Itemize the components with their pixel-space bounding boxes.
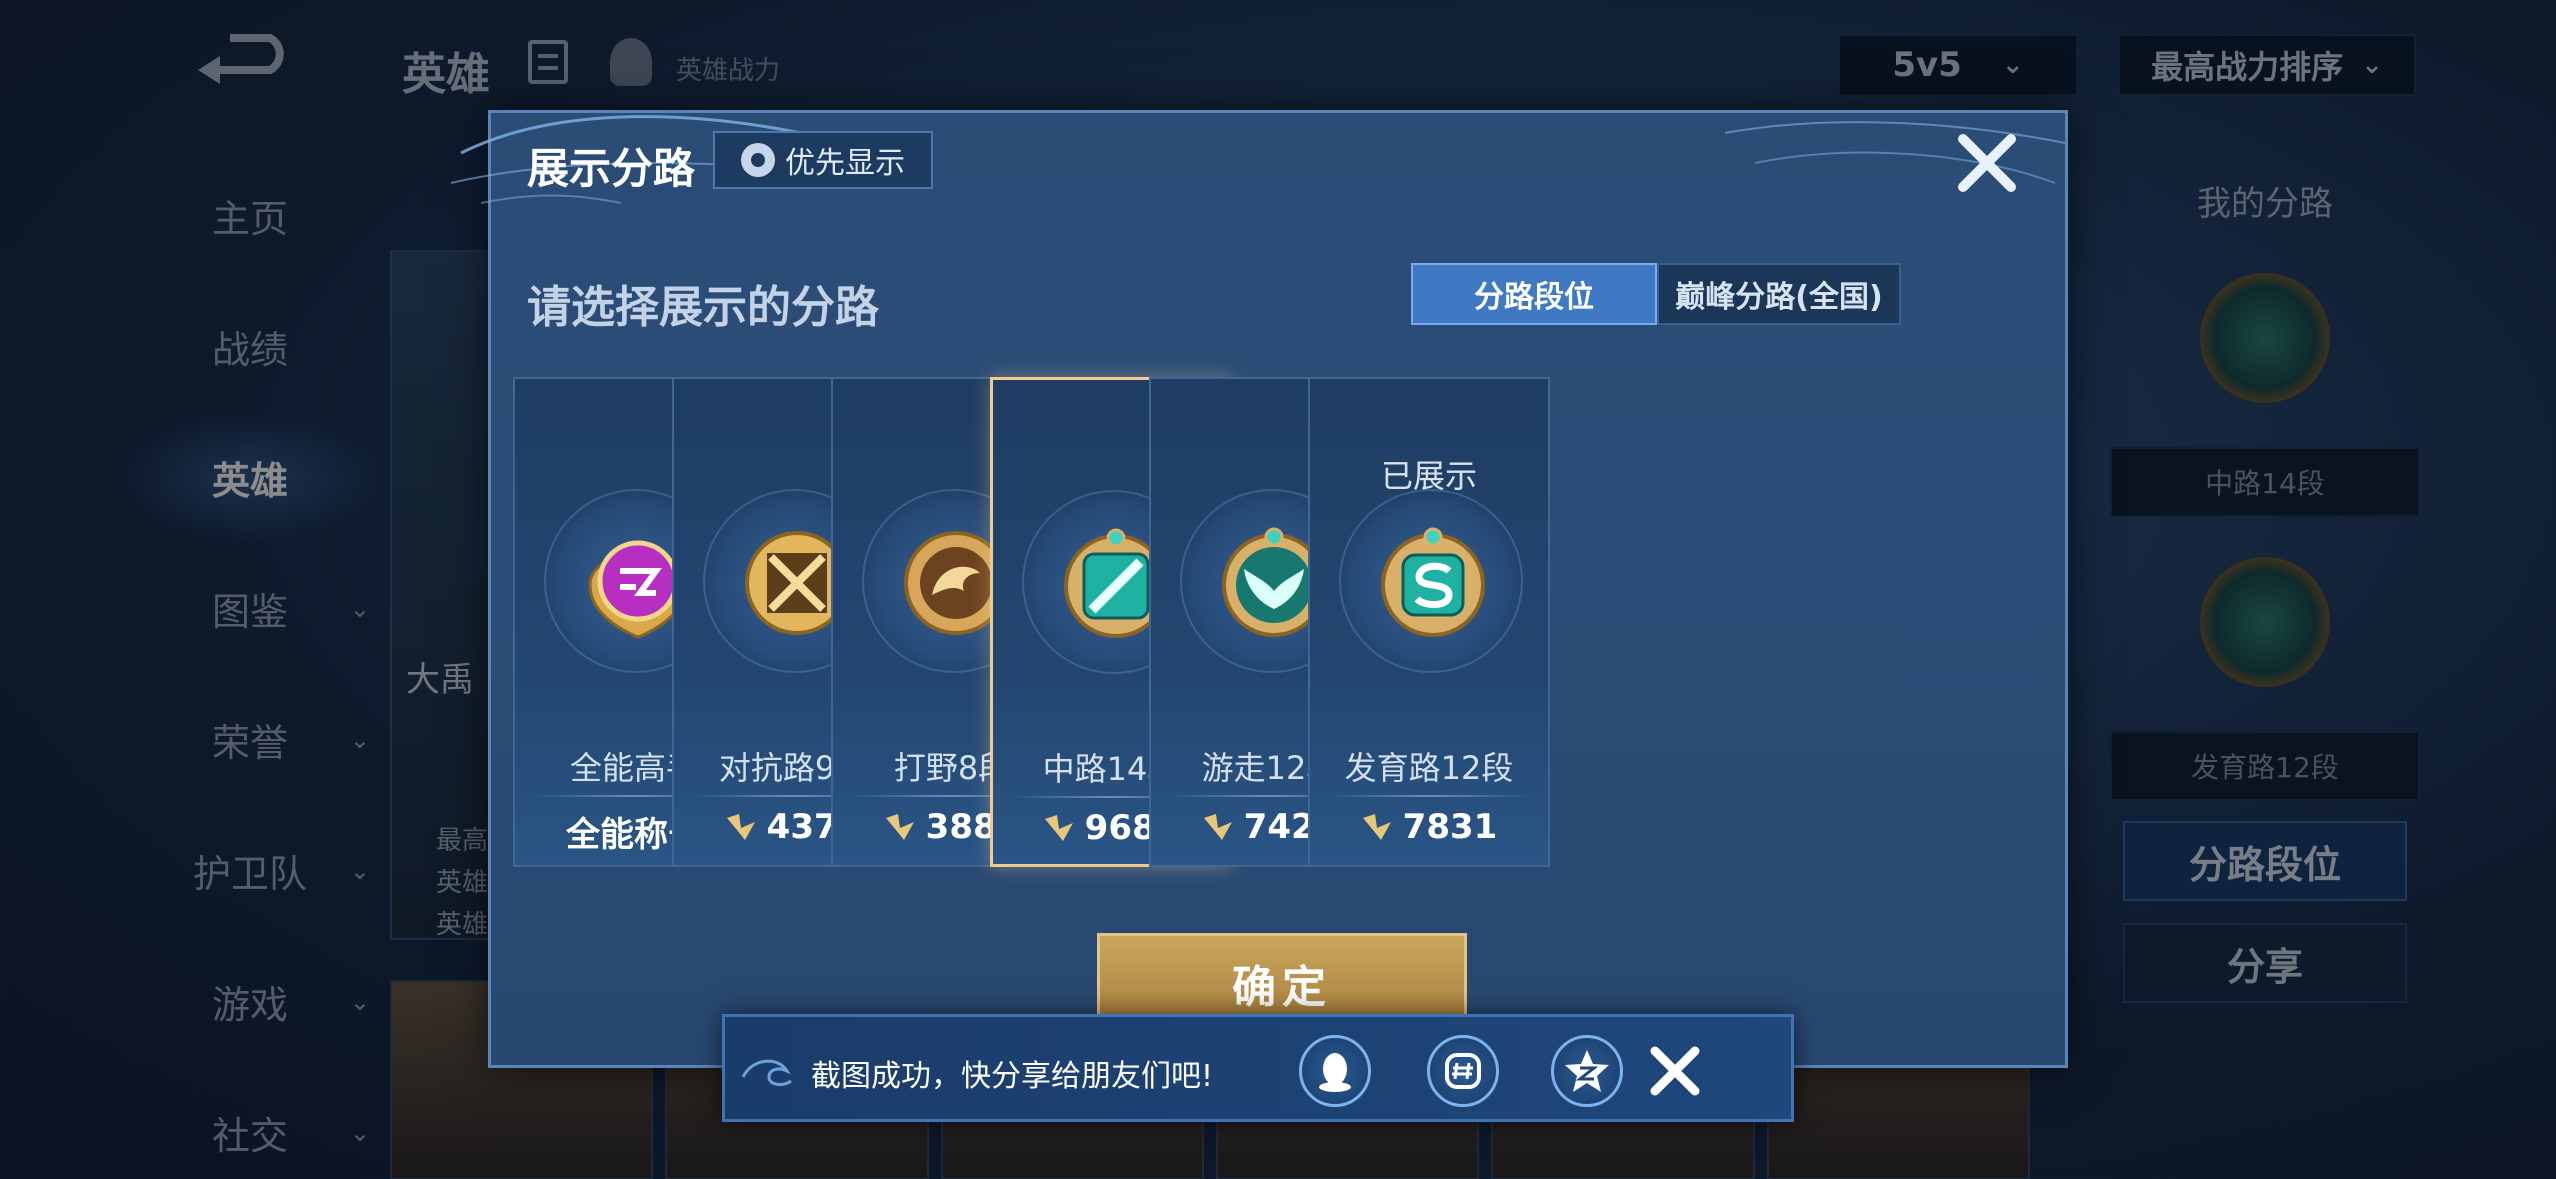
my-lane-label: 发育路12段	[2110, 731, 2420, 801]
combat-power-icon	[1203, 814, 1232, 840]
share-wechat-moments-button[interactable]	[1427, 1035, 1499, 1107]
sidebar-item-label: 战绩	[211, 328, 288, 372]
hero-power-label[interactable]: 英雄战力	[676, 50, 780, 87]
share-button[interactable]: 分享	[2123, 923, 2407, 1003]
sidebar-item-label: 社交	[211, 1114, 288, 1158]
mode-select-value: 5v5	[1892, 45, 1962, 85]
close-icon[interactable]	[1951, 127, 2023, 199]
sidebar: 主页 战绩 英雄 图鉴 ⌄ 荣誉 ⌄ 护卫队 ⌄ 游戏 ⌄ 社交 ⌄	[120, 150, 380, 1179]
adc-lane-badge-icon	[2200, 557, 2330, 687]
chevron-down-icon: ⌄	[349, 594, 370, 623]
priority-display-label: 优先显示	[785, 146, 905, 181]
sidebar-item-honor[interactable]: 荣誉 ⌄	[120, 674, 380, 805]
chevron-down-icon: ⌄	[349, 856, 370, 885]
priority-display-button[interactable]: 优先显示	[713, 131, 933, 189]
sidebar-item-social[interactable]: 社交 ⌄	[120, 1067, 380, 1179]
sidebar-item-game[interactable]: 游戏 ⌄	[120, 936, 380, 1067]
chevron-down-icon: ⌄	[2361, 50, 2383, 80]
lane-value-text: 7831	[1402, 807, 1498, 847]
sidebar-item-record[interactable]: 战绩	[120, 281, 380, 412]
sidebar-item-codex[interactable]: 图鉴 ⌄	[120, 543, 380, 674]
mode-select[interactable]: 5v5 ⌄	[1838, 34, 2078, 96]
screenshot-share-toast: 截图成功，快分享给朋友们吧!	[722, 1014, 1794, 1122]
toast-message: 截图成功，快分享给朋友们吧!	[811, 1059, 1214, 1094]
lane-view-toggle: 分路段位 巅峰分路(全国)	[1411, 263, 1901, 325]
qq-icon	[1319, 1053, 1351, 1092]
hero-card-name: 大禹	[406, 660, 474, 700]
helmet-icon	[610, 38, 652, 86]
cloud-swirl-decoration	[741, 1059, 792, 1086]
tab-peak-lane-national[interactable]: 巅峰分路(全国)	[1657, 263, 1901, 325]
back-arrow-icon[interactable]	[190, 30, 300, 90]
gear-icon	[741, 143, 775, 177]
my-lanes-title: 我的分路	[2197, 184, 2333, 224]
sort-select[interactable]: 最高战力排序 ⌄	[2118, 34, 2416, 96]
lane-value: 7831	[1310, 807, 1548, 847]
divider	[1328, 795, 1530, 797]
chevron-down-icon: ⌄	[349, 725, 370, 754]
combat-power-icon	[726, 814, 755, 840]
qzone-icon	[1565, 1050, 1609, 1092]
hero-meta-line: 最高	[436, 826, 489, 856]
mid-lane-badge-icon	[2200, 273, 2330, 403]
lane-card-adc[interactable]: 已展示 发育路12段 7831	[1308, 377, 1550, 867]
close-icon[interactable]	[1645, 1041, 1705, 1101]
page-title: 英雄	[402, 49, 490, 100]
sidebar-item-hero[interactable]: 英雄	[120, 412, 380, 543]
combat-power-icon	[885, 814, 914, 840]
display-lane-dialog: 展示分路 优先显示 请选择展示的分路 分路段位 巅峰分路(全国) 全能高手 全能…	[450, 110, 2068, 1068]
hero-meta-line: 英雄	[436, 910, 489, 940]
wechat-moments-icon	[1445, 1053, 1481, 1089]
tab-lane-rank[interactable]: 分路段位	[1411, 263, 1657, 325]
my-lanes-panel: 我的分路 中路14段 发育路12段 分路段位 分享	[2110, 150, 2420, 1003]
chevron-down-icon: ⌄	[349, 987, 370, 1016]
sidebar-item-label: 游戏	[211, 983, 288, 1027]
hero-meta-line: 英雄	[436, 868, 489, 898]
combat-power-icon	[1044, 815, 1073, 841]
chevron-down-icon: ⌄	[2001, 50, 2024, 80]
lane-rank-button[interactable]: 分路段位	[2123, 821, 2407, 901]
my-lane-label: 中路14段	[2110, 447, 2420, 517]
sidebar-item-label: 护卫队	[192, 852, 307, 896]
sidebar-item-label: 图鉴	[211, 590, 288, 634]
chevron-down-icon: ⌄	[349, 1118, 370, 1147]
share-qzone-button[interactable]	[1551, 1035, 1623, 1107]
badge-halo	[1339, 489, 1523, 673]
sidebar-item-home[interactable]: 主页	[120, 150, 380, 281]
combat-power-icon	[1362, 814, 1391, 840]
adc-lane-badge-icon	[1381, 527, 1485, 637]
sort-select-value: 最高战力排序	[2151, 48, 2344, 86]
dialog-title: 展示分路	[527, 144, 696, 193]
lane-card-list: 全能高手 全能称号 对抗路9段 4370 打野8段 3885 中路14段 968…	[513, 377, 2053, 867]
hero-card-meta: 最高 英雄 英雄	[436, 820, 488, 946]
dialog-subtitle: 请选择展示的分路	[527, 282, 879, 333]
sidebar-item-label: 荣誉	[211, 721, 288, 765]
lane-name: 发育路12段	[1344, 749, 1514, 787]
sidebar-item-guard[interactable]: 护卫队 ⌄	[120, 805, 380, 936]
list-icon[interactable]	[528, 40, 568, 84]
sidebar-item-label: 主页	[211, 197, 288, 241]
sidebar-item-label: 英雄	[211, 459, 288, 503]
share-qq-button[interactable]	[1299, 1035, 1371, 1107]
